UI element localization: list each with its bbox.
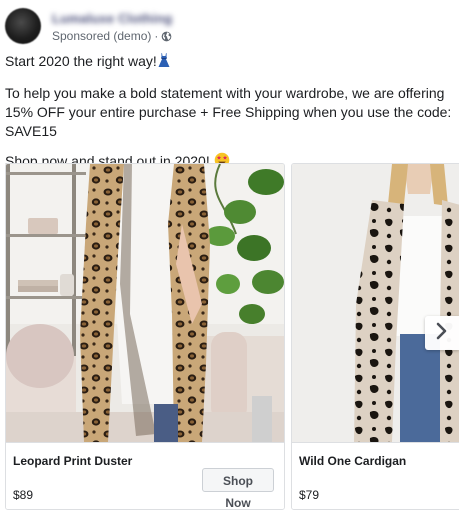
post-header: Lumaluxe Clothing Sponsored (demo) · <box>5 6 445 46</box>
post-paragraph-2: To help you make a bold statement with y… <box>5 85 452 139</box>
product-price: $89 <box>13 488 34 502</box>
product-image-leopard-duster[interactable] <box>6 164 284 442</box>
post-line-1-text: Start 2020 the right way! <box>5 53 157 69</box>
product-price: $79 <box>299 488 320 502</box>
card-info: Wild One Cardigan $79 <box>292 442 459 509</box>
chevron-right-icon <box>435 322 449 345</box>
product-title[interactable]: Leopard Print Duster <box>13 454 132 468</box>
shop-now-button[interactable]: Shop Now <box>202 468 274 509</box>
product-title[interactable]: Wild One Cardigan <box>299 454 406 468</box>
card-info: Leopard Print Duster $89 Shop Now <box>6 442 284 509</box>
product-image-wild-one-cardigan[interactable] <box>292 164 459 442</box>
sponsored-line: Sponsored (demo) · <box>52 29 172 43</box>
page-name[interactable]: Lumaluxe Clothing <box>52 11 172 26</box>
model-figure <box>80 164 210 442</box>
carousel-next-button[interactable] <box>425 316 459 350</box>
dress-emoji-icon <box>157 52 171 73</box>
separator: · <box>154 29 159 43</box>
product-carousel[interactable]: Leopard Print Duster $89 Shop Now Wild O… <box>5 163 459 512</box>
post-line-1: Start 2020 the right way! <box>5 52 455 73</box>
globe-icon[interactable] <box>161 31 172 42</box>
page-avatar[interactable] <box>5 8 41 44</box>
sponsored-label[interactable]: Sponsored (demo) <box>52 29 151 43</box>
carousel-card[interactable]: Leopard Print Duster $89 Shop Now <box>5 163 285 510</box>
